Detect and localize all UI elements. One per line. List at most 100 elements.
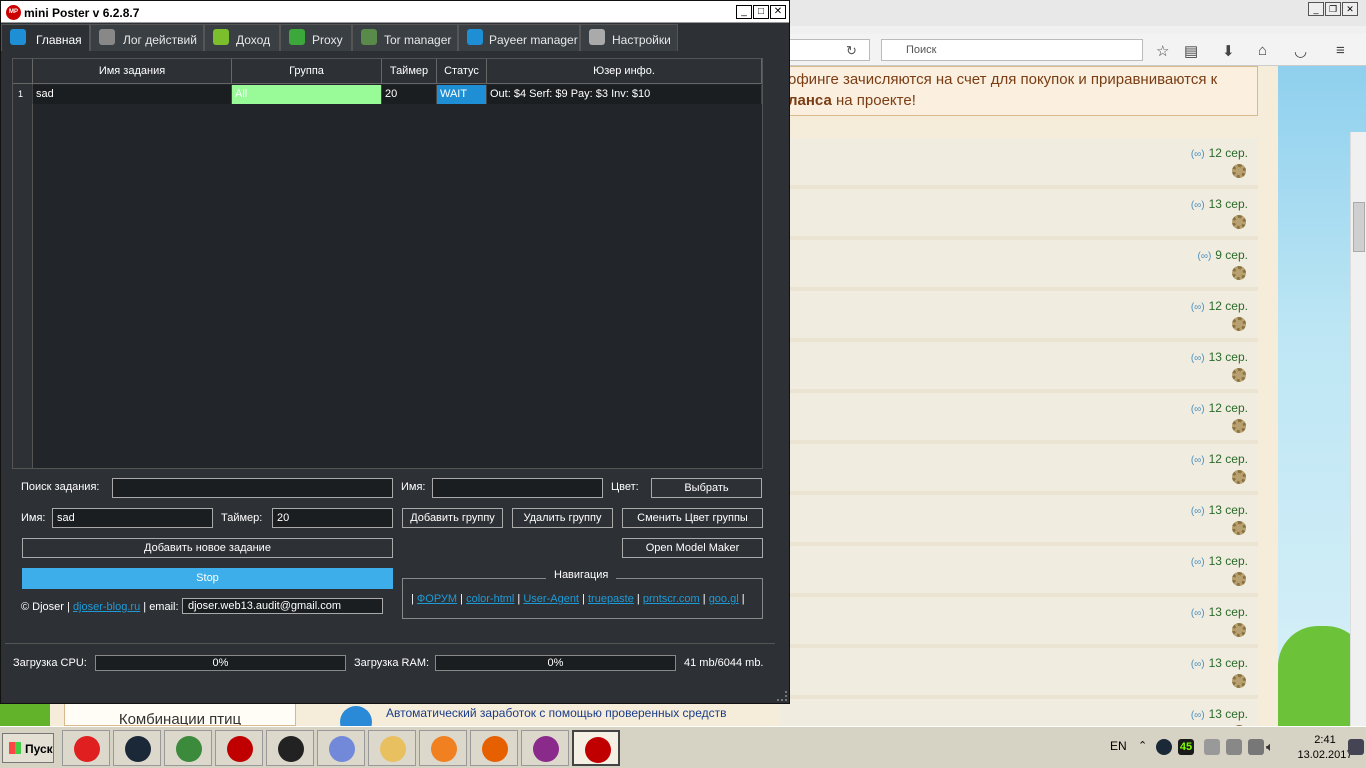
column-header-task-name[interactable]: Имя задания xyxy=(33,59,232,84)
taskbar-app-button[interactable] xyxy=(266,730,314,766)
maximize-button[interactable]: □ xyxy=(753,5,769,19)
device-tray-icon[interactable] xyxy=(1226,739,1242,755)
tab-log[interactable]: Лог действий xyxy=(90,24,204,51)
feed-item[interactable]: (∞) 13 сер. xyxy=(780,342,1258,393)
taskbar-app-button[interactable] xyxy=(572,730,620,766)
cell-group[interactable]: All xyxy=(232,85,382,104)
tab-tor-manager[interactable]: Tor manager xyxy=(352,24,458,51)
taskbar-app-button[interactable] xyxy=(62,730,110,766)
scroll-thumb[interactable] xyxy=(1353,202,1365,252)
gear-icon[interactable] xyxy=(1232,419,1246,433)
gear-icon[interactable] xyxy=(1232,164,1246,178)
taskbar-app-button[interactable] xyxy=(164,730,212,766)
open-model-maker-button[interactable]: Open Model Maker xyxy=(622,538,763,558)
link-color-html[interactable]: color-html xyxy=(466,593,514,605)
gear-icon[interactable] xyxy=(1232,674,1246,688)
cell-status[interactable]: WAIT xyxy=(437,85,487,104)
tab-income[interactable]: Доход xyxy=(204,24,280,51)
cell-task-name[interactable]: sad xyxy=(33,85,232,104)
cell-user-info[interactable]: Out: $4 Serf: $9 Pay: $3 Inv: $10 xyxy=(487,85,762,104)
taskbar-app-button[interactable] xyxy=(317,730,365,766)
pocket-icon[interactable]: ◡ xyxy=(1294,42,1307,60)
gear-icon[interactable] xyxy=(1232,368,1246,382)
tab-main[interactable]: Главная xyxy=(1,24,90,51)
link-prntscr[interactable]: prntscr.com xyxy=(643,593,700,605)
ad-link[interactable]: Автоматический заработок с помощью прове… xyxy=(386,706,727,720)
resize-grip-icon[interactable] xyxy=(777,691,787,701)
column-header-status[interactable]: Статус xyxy=(437,59,487,84)
close-button[interactable]: ✕ xyxy=(770,5,786,19)
tray-badge[interactable]: 45 xyxy=(1178,739,1194,755)
storage-tray-icon[interactable] xyxy=(1248,739,1264,755)
bookmark-star-icon[interactable]: ☆ xyxy=(1156,42,1169,60)
close-button[interactable]: ✕ xyxy=(1342,2,1358,16)
task-name-input[interactable] xyxy=(52,508,213,528)
minimize-button[interactable]: _ xyxy=(1308,2,1324,16)
add-task-button[interactable]: Добавить новое задание xyxy=(22,538,393,558)
steam-tray-icon[interactable] xyxy=(1156,739,1172,755)
taskbar-app-button[interactable] xyxy=(521,730,569,766)
add-group-button[interactable]: Добавить группу xyxy=(402,508,503,528)
feed-item[interactable]: (∞) 13 сер. xyxy=(780,495,1258,546)
browser-search-input[interactable]: Поиск xyxy=(881,39,1143,61)
feed-item[interactable]: (∞) 13 сер. xyxy=(780,648,1258,699)
gear-icon[interactable] xyxy=(1232,470,1246,484)
feed-item[interactable]: (∞) 13 сер. xyxy=(780,546,1258,597)
feed-item[interactable]: (∞) 12 сер. xyxy=(780,291,1258,342)
taskbar-app-button[interactable] xyxy=(368,730,416,766)
gear-icon[interactable] xyxy=(1232,521,1246,535)
home-icon[interactable]: ⌂ xyxy=(1258,42,1267,59)
browser-window-controls: _ ❐ ✕ xyxy=(1308,2,1358,16)
choose-color-button[interactable]: Выбрать xyxy=(651,478,762,498)
link-forum[interactable]: ФОРУМ xyxy=(417,593,457,605)
link-truepaste[interactable]: truepaste xyxy=(588,593,634,605)
timer-input[interactable] xyxy=(272,508,393,528)
minimize-button[interactable]: _ xyxy=(736,5,752,19)
language-indicator[interactable]: EN xyxy=(1110,739,1127,753)
gear-icon[interactable] xyxy=(1232,215,1246,229)
volume-icon[interactable]: 🔈︎ xyxy=(1266,739,1282,755)
feed-item[interactable]: (∞) 12 сер. xyxy=(780,138,1258,189)
gear-icon[interactable] xyxy=(1232,572,1246,586)
stop-button[interactable]: Stop xyxy=(22,568,393,589)
gear-icon[interactable] xyxy=(1232,266,1246,280)
gear-icon[interactable] xyxy=(1232,623,1246,637)
search-task-input[interactable] xyxy=(112,478,393,498)
show-desktop-icon[interactable] xyxy=(1348,739,1364,755)
change-group-color-button[interactable]: Сменить Цвет группы xyxy=(622,508,763,528)
site-link[interactable]: djoser-blog.ru xyxy=(73,601,140,613)
network-tray-icon[interactable] xyxy=(1204,739,1220,755)
column-header-timer[interactable]: Таймер xyxy=(382,59,437,84)
feed-item[interactable]: (∞) 9 сер. xyxy=(780,240,1258,291)
link-googl[interactable]: goo.gl xyxy=(709,593,739,605)
reload-icon[interactable]: ↻ xyxy=(846,43,857,59)
memory-usage-text: 41 mb/6044 mb. xyxy=(684,657,764,669)
reading-list-icon[interactable]: ▤ xyxy=(1184,42,1198,60)
maximize-button[interactable]: ❐ xyxy=(1325,2,1341,16)
delete-group-button[interactable]: Удалить группу xyxy=(512,508,613,528)
start-button[interactable]: Пуск xyxy=(2,733,54,763)
gear-icon xyxy=(589,29,605,45)
link-user-agent[interactable]: User-Agent xyxy=(523,593,579,605)
tab-settings[interactable]: Настройки xyxy=(580,24,678,51)
taskbar-app-button[interactable] xyxy=(470,730,518,766)
taskbar-app-button[interactable] xyxy=(419,730,467,766)
taskbar-app-button[interactable] xyxy=(113,730,161,766)
feed-item[interactable]: (∞) 12 сер. xyxy=(780,393,1258,444)
feed-item[interactable]: (∞) 13 сер. xyxy=(780,597,1258,648)
browser-scrollbar[interactable] xyxy=(1350,132,1366,768)
tray-expand-icon[interactable]: ⌃ xyxy=(1138,739,1154,755)
group-name-input[interactable] xyxy=(432,478,603,498)
feed-item[interactable]: (∞) 12 сер. xyxy=(780,444,1258,495)
tab-proxy[interactable]: Proxy xyxy=(280,24,352,51)
menu-icon[interactable]: ≡ xyxy=(1336,42,1345,59)
download-icon[interactable]: ⬇ xyxy=(1222,42,1235,60)
tab-payeer-manager[interactable]: Payeer manager xyxy=(458,24,580,51)
email-field[interactable] xyxy=(182,598,383,614)
gear-icon[interactable] xyxy=(1232,317,1246,331)
cell-timer[interactable]: 20 xyxy=(382,85,437,104)
feed-item[interactable]: (∞) 13 сер. xyxy=(780,189,1258,240)
column-header-group[interactable]: Группа xyxy=(232,59,382,84)
taskbar-app-button[interactable] xyxy=(215,730,263,766)
column-header-user-info[interactable]: Юзер инфо. xyxy=(487,59,762,84)
